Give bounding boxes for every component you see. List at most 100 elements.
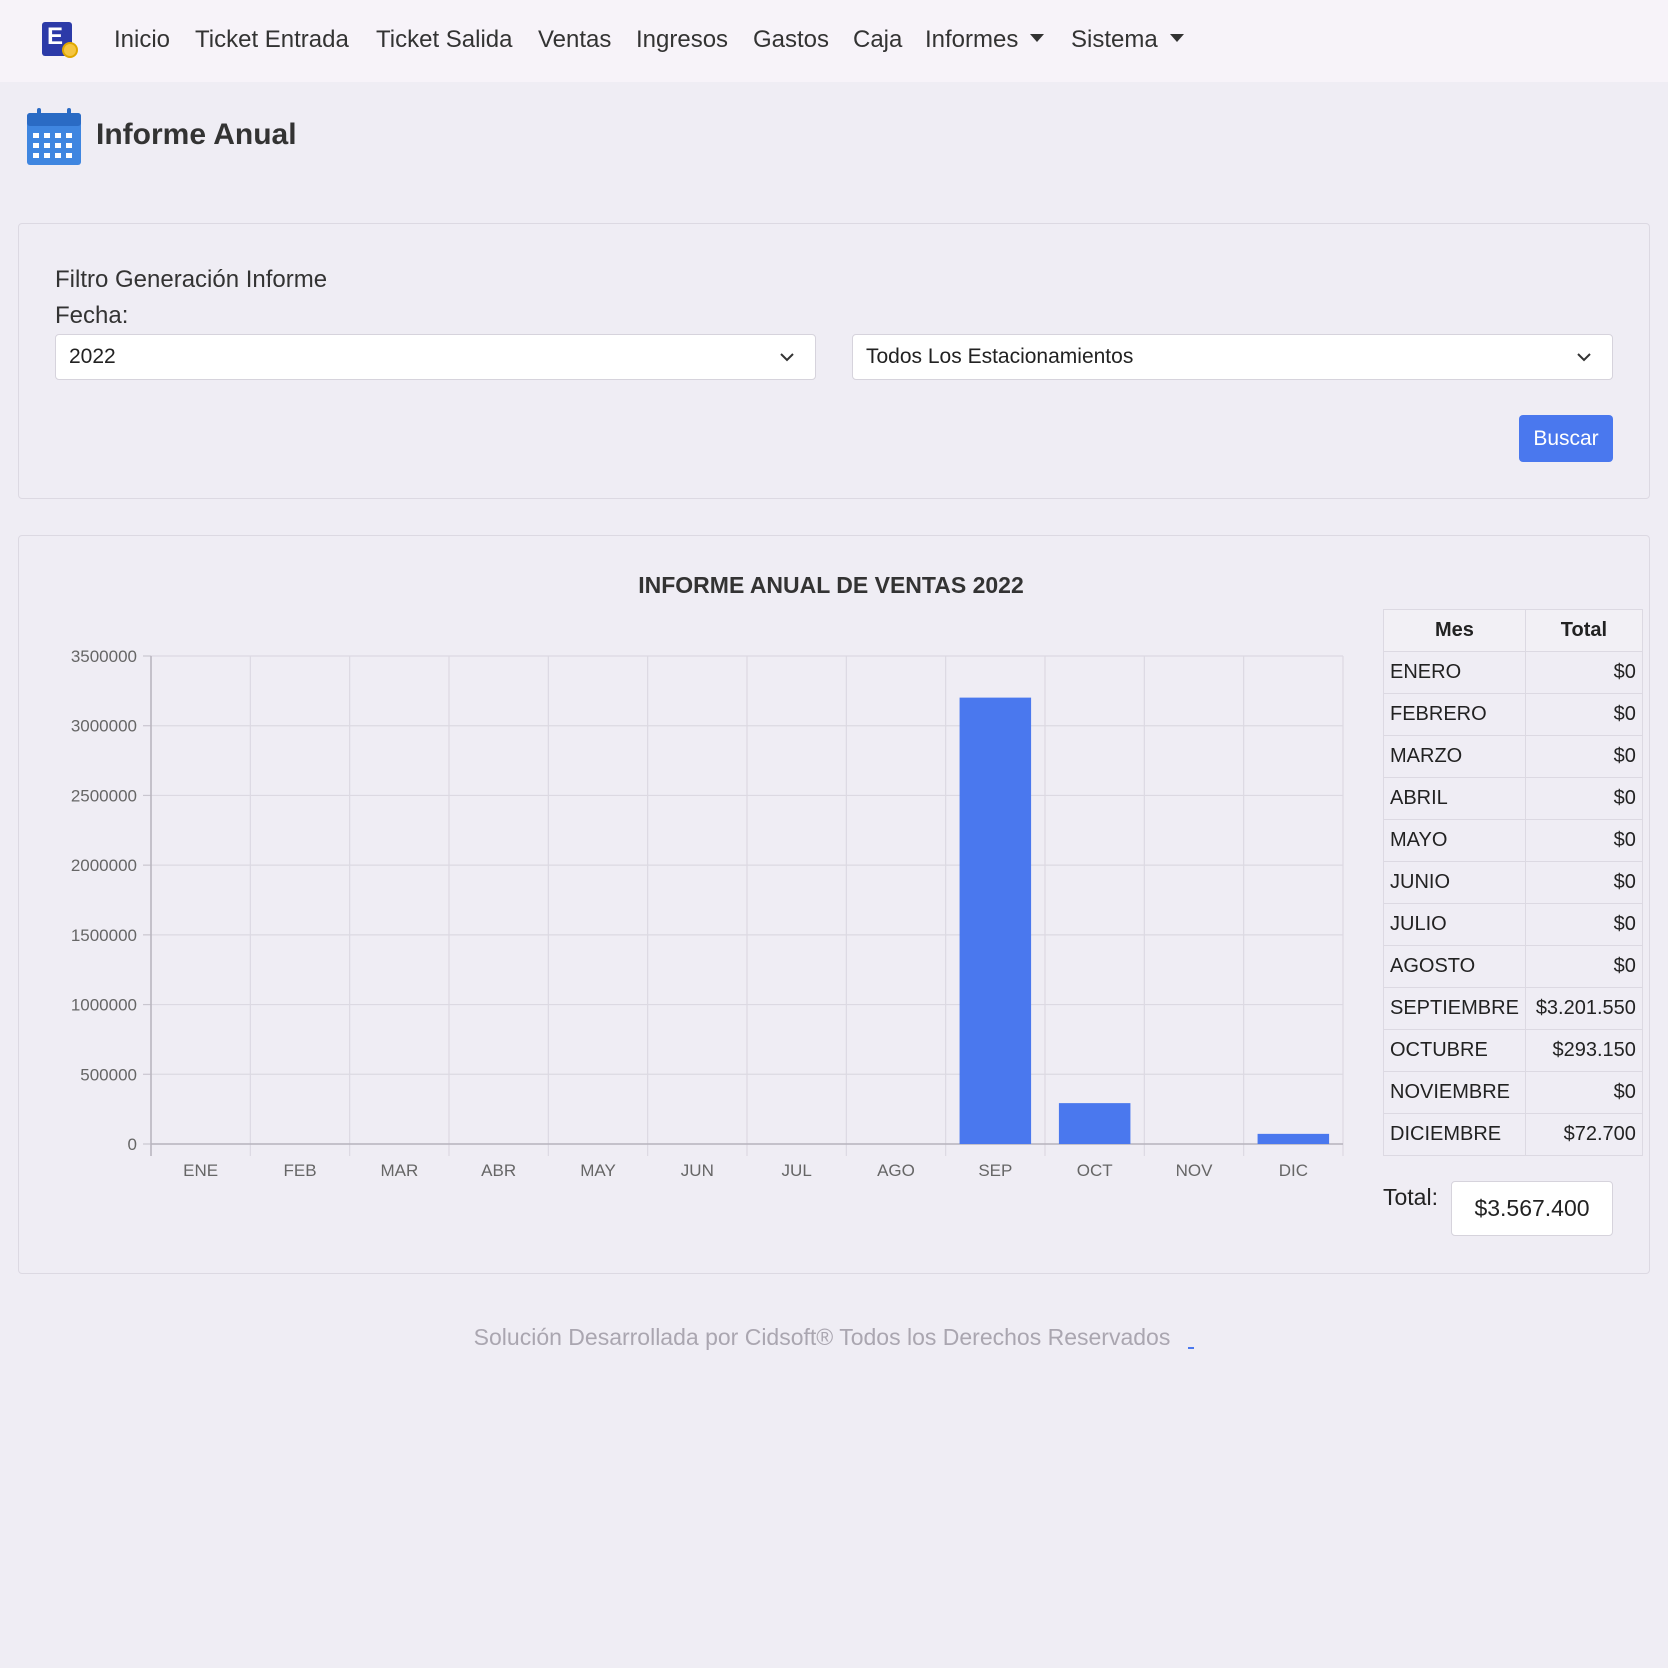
x-tick-label: OCT: [1077, 1161, 1113, 1180]
x-tick-label: AGO: [877, 1161, 915, 1180]
nav-informes-label: Informes: [925, 26, 1019, 53]
y-tick-label: 1000000: [71, 996, 137, 1015]
total-cell: $0: [1524, 945, 1643, 988]
calendar-icon: [27, 108, 81, 165]
table-row: DICIEMBRE $72.700: [1383, 1113, 1643, 1156]
x-tick-label: NOV: [1176, 1161, 1214, 1180]
y-tick-label: 3500000: [71, 647, 137, 666]
x-tick-label: SEP: [978, 1161, 1012, 1180]
y-tick-label: 3000000: [71, 717, 137, 736]
total-value-field: $3.567.400: [1451, 1181, 1613, 1236]
month-cell: MARZO: [1383, 735, 1526, 778]
nav-sistema-label: Sistema: [1071, 26, 1158, 53]
total-cell: $72.700: [1524, 1113, 1643, 1156]
x-tick-label: FEB: [283, 1161, 316, 1180]
footer-link[interactable]: [1188, 1347, 1195, 1349]
month-cell: NOVIEMBRE: [1383, 1071, 1526, 1114]
y-tick-label: 2000000: [71, 856, 137, 875]
month-cell: ENERO: [1383, 651, 1526, 694]
month-cell: AGOSTO: [1383, 945, 1526, 988]
month-cell: JUNIO: [1383, 861, 1526, 904]
table-row: MARZO $0: [1383, 735, 1643, 778]
total-cell: $0: [1524, 651, 1643, 694]
nav-caja[interactable]: Caja: [853, 24, 902, 56]
y-tick-label: 1500000: [71, 926, 137, 945]
total-cell: $293.150: [1524, 1029, 1643, 1072]
caret-down-icon: [1169, 34, 1184, 42]
nav-sistema-dropdown[interactable]: Sistema: [1071, 24, 1184, 56]
table-row: JULIO $0: [1383, 903, 1643, 946]
month-cell: ABRIL: [1383, 777, 1526, 820]
table-row: JUNIO $0: [1383, 861, 1643, 904]
total-cell: $0: [1524, 903, 1643, 946]
table-row: ENERO $0: [1383, 651, 1643, 694]
total-cell: $0: [1524, 693, 1643, 736]
navbar: E Inicio Ticket Entrada Ticket Salida Ve…: [0, 0, 1668, 82]
year-select[interactable]: 2022: [55, 334, 816, 380]
monthly-totals-table: Mes Total ENERO $0 FEBRERO $0 MARZO $0 ABRI…: [1383, 609, 1643, 1156]
filter-card: Filtro Generación Informe Fecha: 2022 To…: [18, 223, 1650, 499]
nav-ticket-salida[interactable]: Ticket Salida: [376, 24, 513, 56]
table-row: FEBRERO $0: [1383, 693, 1643, 736]
total-cell: $0: [1524, 777, 1643, 820]
total-cell: $0: [1524, 1071, 1643, 1114]
year-select-value: 2022: [69, 345, 116, 368]
x-tick-label: MAY: [580, 1161, 616, 1180]
bar: [1257, 1133, 1330, 1144]
bar: [1058, 1103, 1131, 1144]
bar: [959, 697, 1032, 1144]
table-row: ABRIL $0: [1383, 777, 1643, 820]
app-logo-icon[interactable]: E: [42, 22, 78, 58]
x-axis-ticks: ENE FEB MAR ABR MAY JUN JUL AGO SEP OCT NOV DIC: [183, 1161, 1308, 1180]
y-axis-ticks: 3500000 3000000 2500000 2000000 1500000 10000…: [71, 647, 137, 1154]
filter-title: Filtro Generación Informe: [55, 266, 328, 293]
y-tick-label: 2500000: [71, 786, 137, 805]
month-cell: FEBRERO: [1383, 693, 1526, 736]
table-row: MAYO $0: [1383, 819, 1643, 862]
month-cell: JULIO: [1383, 903, 1526, 946]
x-tick-label: DIC: [1279, 1161, 1308, 1180]
x-tick-label: ENE: [183, 1161, 218, 1180]
parking-select[interactable]: Todos Los Estacionamientos: [852, 334, 1613, 380]
page-title: Informe Anual: [96, 118, 297, 151]
month-cell: SEPTIEMBRE: [1383, 987, 1526, 1030]
x-tick-label: JUL: [782, 1161, 812, 1180]
chevron-down-icon: [1577, 353, 1591, 362]
table-row: NOVIEMBRE $0: [1383, 1071, 1643, 1114]
month-cell: DICIEMBRE: [1383, 1113, 1526, 1156]
x-tick-label: JUN: [681, 1161, 714, 1180]
nav-ventas[interactable]: Ventas: [538, 24, 611, 56]
fecha-label: Fecha:: [55, 302, 129, 329]
footer: Solución Desarrollada por Cidsoft® Todos…: [0, 1324, 1668, 1351]
parking-select-value: Todos Los Estacionamientos: [866, 345, 1134, 368]
table-row: SEPTIEMBRE $3.201.550: [1383, 987, 1643, 1030]
table-row: AGOSTO $0: [1383, 945, 1643, 988]
footer-text: Solución Desarrollada por Cidsoft® Todos…: [473, 1324, 1171, 1350]
total-label: Total:: [1383, 1184, 1438, 1210]
nav-inicio[interactable]: Inicio: [114, 24, 170, 56]
logo-coin: [62, 42, 78, 58]
caret-down-icon: [1030, 34, 1045, 42]
table-header-row: Mes Total: [1383, 609, 1643, 652]
header-mes: Mes: [1383, 609, 1526, 652]
x-tick-label: MAR: [380, 1161, 418, 1180]
bar-chart: INFORME ANUAL DE VENTAS 2022 3500000 3000…: [71, 572, 1344, 1180]
total-cell: $0: [1524, 735, 1643, 778]
month-cell: OCTUBRE: [1383, 1029, 1526, 1072]
y-tick-label: 0: [128, 1135, 137, 1154]
total-cell: $0: [1524, 861, 1643, 904]
chevron-down-icon: [780, 353, 794, 362]
total-cell: $0: [1524, 819, 1643, 862]
chart-title: INFORME ANUAL DE VENTAS 2022: [638, 572, 1024, 598]
total-cell: $3.201.550: [1524, 987, 1643, 1030]
chart-grid: [143, 655, 1344, 1156]
nav-ingresos[interactable]: Ingresos: [636, 24, 728, 56]
nav-gastos[interactable]: Gastos: [753, 24, 829, 56]
y-tick-label: 500000: [80, 1065, 137, 1084]
table-row: OCTUBRE $293.150: [1383, 1029, 1643, 1072]
nav-informes-dropdown[interactable]: Informes: [925, 24, 1045, 56]
nav-ticket-entrada[interactable]: Ticket Entrada: [195, 24, 349, 56]
chart-card: INFORME ANUAL DE VENTAS 2022 3500000 3000…: [18, 535, 1650, 1274]
header-total: Total: [1524, 609, 1643, 652]
search-button[interactable]: Buscar: [1519, 415, 1613, 462]
